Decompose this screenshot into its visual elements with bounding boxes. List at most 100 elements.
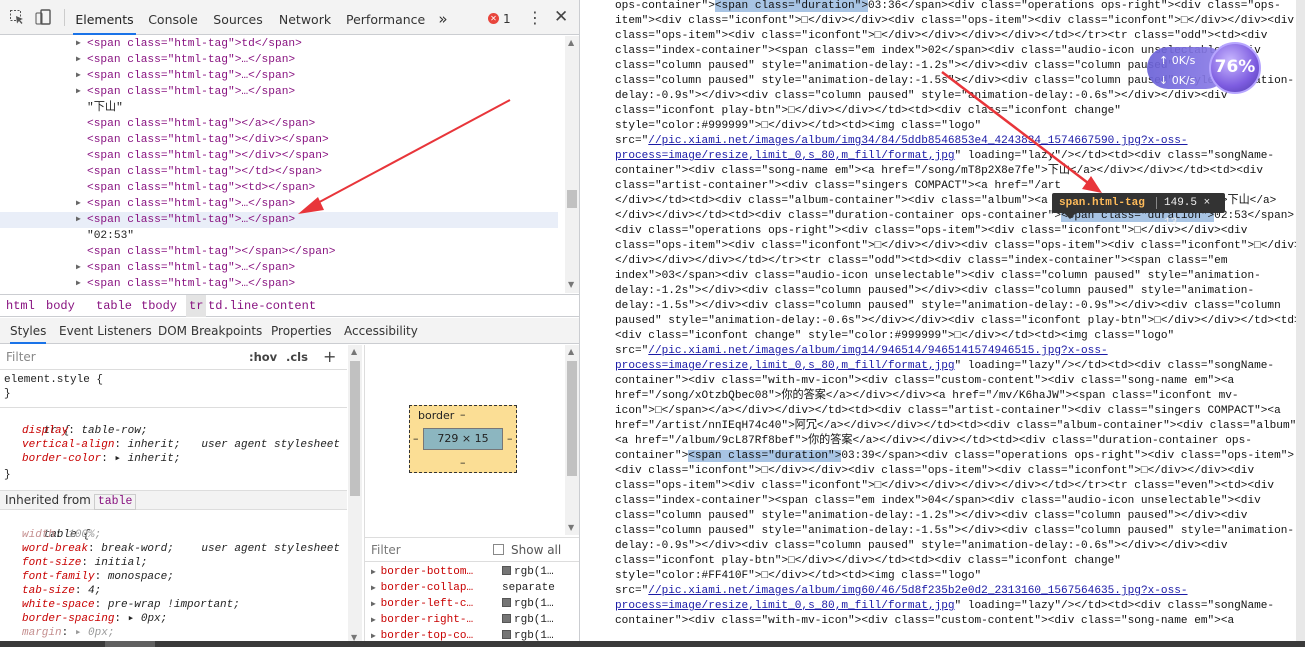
property-value[interactable]: table-row; xyxy=(81,425,147,437)
error-count[interactable]: 1 xyxy=(503,12,511,26)
cls-toggle[interactable]: .cls xyxy=(286,350,308,364)
tab-accessibility[interactable]: Accessibility xyxy=(344,318,418,344)
property-name[interactable]: white-space xyxy=(22,599,95,611)
tab-console[interactable]: Console xyxy=(146,0,200,35)
styles-filter-input[interactable]: Filter xyxy=(6,350,36,364)
image-url-link[interactable]: //pic.xiami.net/images/album/img14/94651… xyxy=(648,345,1107,357)
property-value[interactable]: ▸ 0px; xyxy=(75,627,115,639)
image-url-link[interactable]: process=image/resize,limit_0,s_80,m_fill… xyxy=(615,360,955,372)
property-name[interactable]: border-color xyxy=(22,453,101,465)
property-name[interactable]: font-family xyxy=(22,571,95,583)
property-value[interactable]: monospace; xyxy=(108,571,174,583)
property-value[interactable]: initial; xyxy=(95,557,148,569)
property-name[interactable]: word-break xyxy=(22,543,88,555)
elements-tree[interactable]: ▶ <span class="html-tag">td</span> ▶ <span … xyxy=(0,36,565,293)
tab-properties[interactable]: Properties xyxy=(271,318,332,344)
expand-triangle-icon[interactable]: ▶ xyxy=(76,36,81,52)
highlighted-node[interactable]: <span class="duration"> xyxy=(714,0,868,12)
breadcrumb-item[interactable]: table xyxy=(96,295,132,317)
new-rule-button[interactable]: + xyxy=(323,347,336,366)
property-name[interactable]: tab-size xyxy=(22,585,75,597)
property-value[interactable]: break-word; xyxy=(101,543,174,555)
dom-node-row[interactable]: <span class="html-tag"></a></span> xyxy=(0,116,558,132)
property-value[interactable]: 4; xyxy=(88,585,101,597)
show-all-label[interactable]: Show all xyxy=(511,543,561,557)
expand-triangle-icon[interactable]: ▶ xyxy=(76,212,81,228)
speed-ball-icon[interactable]: 76% xyxy=(1209,42,1261,94)
property-value[interactable]: ▸ inherit; xyxy=(114,453,180,465)
color-swatch-icon[interactable] xyxy=(502,614,511,623)
network-speed-widget[interactable]: ↑ 0K/s ↓ 0K/s 76% xyxy=(1147,42,1272,94)
property-name[interactable]: display xyxy=(22,425,68,437)
tab-dom-breakpoints[interactable]: DOM Breakpoints xyxy=(158,318,262,344)
dom-node-row[interactable]: ▶ <span class="html-tag">…</span> xyxy=(0,212,558,228)
elements-scrollbar[interactable]: ▲ ▼ xyxy=(565,36,579,293)
dom-node-row[interactable]: ▶ <span class="html-tag">…</span> xyxy=(0,84,558,100)
rule-source[interactable]: user agent stylesheet xyxy=(201,542,340,556)
style-property[interactable]: tab-size: 4; xyxy=(22,584,101,598)
expand-triangle-icon[interactable]: ▶ xyxy=(76,196,81,212)
property-value[interactable]: inherit; xyxy=(128,439,181,451)
color-swatch-icon[interactable] xyxy=(502,630,511,639)
tab-elements[interactable]: Elements xyxy=(73,0,136,35)
styles-scrollbar[interactable]: ▲ ▼ xyxy=(348,345,362,647)
property-name[interactable]: vertical-align xyxy=(22,439,114,451)
rule-source[interactable]: user agent stylesheet xyxy=(201,438,340,452)
expand-triangle-icon[interactable]: ▶ xyxy=(371,568,381,577)
box-model-scrollbar[interactable]: ▲ ▼ xyxy=(565,345,579,535)
expand-triangle-icon[interactable]: ▶ xyxy=(76,276,81,292)
tab-performance[interactable]: Performance xyxy=(346,0,425,35)
style-property[interactable]: margin: ▸ 0px; xyxy=(22,626,114,640)
cursor-select-icon[interactable] xyxy=(9,9,25,25)
hov-toggle[interactable]: :hov xyxy=(249,350,277,364)
expand-triangle-icon[interactable]: ▶ xyxy=(371,616,381,625)
dom-node-row[interactable]: ▶ <span class="html-tag">…</span> xyxy=(0,196,558,212)
property-name[interactable]: width xyxy=(22,529,55,541)
breadcrumb-item[interactable]: body xyxy=(46,295,75,317)
error-icon[interactable]: ✕ xyxy=(488,13,499,24)
computed-property[interactable]: ▶ border-collap… separate xyxy=(371,580,571,596)
property-value[interactable]: pre-wrap !important; xyxy=(108,599,240,611)
dom-node-row[interactable]: "下山" xyxy=(0,100,558,116)
expand-triangle-icon[interactable]: ▶ xyxy=(76,68,81,84)
computed-property[interactable]: ▶ border-right-… rgb(1… xyxy=(371,612,571,628)
image-url-link[interactable]: //pic.xiami.net/images/album/img34/84/5d… xyxy=(648,135,1187,147)
computed-filter-input[interactable]: Filter xyxy=(371,543,401,557)
expand-triangle-icon[interactable]: ▶ xyxy=(76,84,81,100)
show-all-checkbox[interactable] xyxy=(493,544,504,555)
style-property[interactable]: white-space: pre-wrap !important; xyxy=(22,598,240,612)
computed-property[interactable]: ▶ border-left-c… rgb(1… xyxy=(371,596,571,612)
property-value[interactable]: ▸ 0px; xyxy=(128,613,168,625)
expand-triangle-icon[interactable]: ▶ xyxy=(76,52,81,68)
property-name[interactable]: margin xyxy=(22,627,62,639)
expand-triangle-icon[interactable]: ▶ xyxy=(371,632,381,641)
breadcrumb-item[interactable]: tbody xyxy=(141,295,177,317)
dom-node-row[interactable]: ▶ <span class="html-tag">td</span> xyxy=(0,36,558,52)
tab-network[interactable]: Network xyxy=(278,0,332,35)
expand-triangle-icon[interactable]: ▶ xyxy=(76,260,81,276)
dom-node-row[interactable]: <span class="html-tag"><td></span> xyxy=(0,180,558,196)
tab-styles[interactable]: Styles xyxy=(10,318,47,344)
dom-node-row[interactable]: <span class="html-tag"></td></span> xyxy=(0,164,558,180)
element-style-selector[interactable]: element.style { xyxy=(4,373,103,387)
box-model-border[interactable]: border – – 729 × 15 – – xyxy=(409,405,517,473)
close-icon[interactable]: ✕ xyxy=(554,7,568,27)
inherited-from-tag[interactable]: table xyxy=(93,494,137,510)
breadcrumb-item[interactable]: tr xyxy=(186,295,207,317)
breadcrumb-item[interactable]: td.line-content xyxy=(208,295,316,317)
style-property[interactable]: border-color: ▸ inherit; xyxy=(22,452,180,466)
box-model-content[interactable]: 729 × 15 xyxy=(423,428,503,450)
property-name[interactable]: border-spacing xyxy=(22,613,114,625)
style-property[interactable]: font-family: monospace; xyxy=(22,570,174,584)
tab-sources[interactable]: Sources xyxy=(212,0,264,35)
image-url-link[interactable]: process=image/resize,limit_0,s_80,m_fill… xyxy=(615,150,955,162)
dom-node-row[interactable]: <span class="html-tag"></div></span> xyxy=(0,148,558,164)
dom-node-row[interactable]: <span class="html-tag"></span></span> xyxy=(0,244,558,260)
property-value[interactable]: 100%; xyxy=(68,529,101,541)
expand-triangle-icon[interactable]: ▶ xyxy=(371,600,381,609)
style-property[interactable]: word-break: break-word; xyxy=(22,542,174,556)
style-property[interactable]: display: table-row; xyxy=(22,424,147,438)
dom-node-row[interactable]: <span class="html-tag"></div></span> xyxy=(0,132,558,148)
dom-node-row[interactable]: "02:53" xyxy=(0,228,558,244)
breadcrumb-item[interactable]: html xyxy=(6,295,35,317)
